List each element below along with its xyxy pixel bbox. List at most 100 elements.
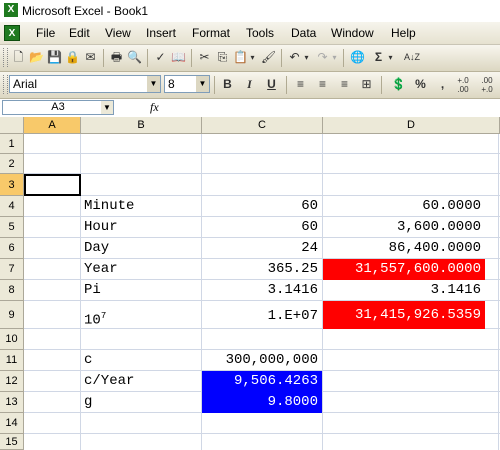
chevron-down-icon[interactable]: ▼: [101, 101, 113, 114]
row-header-5[interactable]: 5: [0, 217, 24, 238]
menu-file[interactable]: File: [36, 26, 55, 40]
row-header-13[interactable]: 13: [0, 392, 24, 413]
menu-view[interactable]: View: [105, 26, 131, 40]
cell-b7[interactable]: Year: [81, 259, 201, 280]
align-left-icon[interactable]: ≡: [292, 76, 309, 93]
decrease-decimal-button[interactable]: .00 +.0: [476, 76, 498, 94]
row-header-1[interactable]: 1: [0, 134, 24, 154]
paste-dropdown-icon[interactable]: ▾: [248, 49, 257, 66]
toolbar-grip[interactable]: [3, 75, 8, 94]
cell-c7[interactable]: 365.25: [202, 259, 322, 280]
save-icon[interactable]: 💾: [46, 49, 63, 66]
new-document-icon[interactable]: 🗋: [10, 49, 27, 66]
italic-button[interactable]: I: [241, 76, 258, 93]
open-folder-icon[interactable]: 📂: [28, 49, 45, 66]
paste-icon[interactable]: 📋: [232, 49, 249, 66]
column-header-d[interactable]: D: [323, 117, 500, 134]
cell-c8[interactable]: 3.1416: [202, 280, 322, 301]
spreadsheet-grid[interactable]: A B C D 1 2 3 4 5 6 7 8 9 10 11 12 13 14…: [0, 117, 500, 450]
cell-c4[interactable]: 60: [202, 196, 322, 217]
formula-input[interactable]: [170, 100, 498, 115]
row-header-2[interactable]: 2: [0, 154, 24, 174]
column-header-a[interactable]: A: [24, 117, 81, 134]
cell-d8[interactable]: 3.1416: [323, 280, 485, 301]
redo-dropdown-icon[interactable]: ▾: [330, 49, 339, 66]
menu-format[interactable]: Format: [192, 26, 230, 40]
research-icon[interactable]: 📖: [170, 49, 187, 66]
cell-b4[interactable]: Minute: [81, 196, 201, 217]
cell-b13[interactable]: g: [81, 392, 201, 413]
active-cell-a3[interactable]: [24, 174, 81, 196]
autosum-dropdown-icon[interactable]: ▾: [386, 49, 395, 66]
cell-c13[interactable]: 9.8000: [202, 392, 322, 413]
align-center-icon[interactable]: ≡: [314, 76, 331, 93]
autosum-icon[interactable]: Σ: [370, 49, 387, 66]
select-all-corner[interactable]: [0, 117, 24, 134]
row-header-7[interactable]: 7: [0, 259, 24, 280]
row-header-3[interactable]: 3: [0, 174, 24, 196]
redo-icon[interactable]: ↷: [314, 49, 331, 66]
menu-edit[interactable]: Edit: [69, 26, 90, 40]
cell-b6[interactable]: Day: [81, 238, 201, 259]
cell-d6[interactable]: 86,400.0000: [323, 238, 485, 259]
row-header-11[interactable]: 11: [0, 350, 24, 371]
menu-tools[interactable]: Tools: [246, 26, 274, 40]
sort-ascending-icon[interactable]: A↓Z: [400, 49, 424, 66]
percent-style-button[interactable]: %: [412, 76, 429, 93]
cell-d5[interactable]: 3,600.0000: [323, 217, 485, 238]
align-right-icon[interactable]: ≡: [336, 76, 353, 93]
underline-button[interactable]: U: [263, 76, 280, 93]
cell-d4[interactable]: 60.0000: [323, 196, 485, 217]
row-header-6[interactable]: 6: [0, 238, 24, 259]
comma-style-button[interactable]: ,: [434, 76, 451, 93]
menu-insert[interactable]: Insert: [146, 26, 176, 40]
column-header-c[interactable]: C: [202, 117, 323, 134]
cell-c5[interactable]: 60: [202, 217, 322, 238]
cell-d9[interactable]: 31,415,926.5359: [323, 301, 485, 329]
undo-dropdown-icon[interactable]: ▾: [302, 49, 311, 66]
menu-help[interactable]: Help: [391, 26, 416, 40]
format-painter-icon[interactable]: 🖌: [260, 49, 277, 66]
print-preview-icon[interactable]: 🔍: [126, 49, 143, 66]
copy-icon[interactable]: ⎘: [214, 49, 231, 66]
currency-icon[interactable]: 💲: [390, 76, 407, 93]
permission-icon[interactable]: 🔒: [64, 49, 81, 66]
bold-button[interactable]: B: [219, 76, 236, 93]
merge-center-icon[interactable]: ⊞: [358, 76, 375, 93]
name-box[interactable]: A3 ▼: [2, 100, 114, 115]
cell-c11[interactable]: 300,000,000: [202, 350, 322, 371]
insert-function-icon[interactable]: fx: [150, 100, 159, 115]
print-icon[interactable]: 🖶: [108, 49, 125, 66]
cell-c9[interactable]: 1.E+07: [202, 301, 322, 329]
cell-b9[interactable]: 107: [81, 301, 201, 329]
row-header-10[interactable]: 10: [0, 329, 24, 350]
font-size-select[interactable]: 8 ▼: [164, 75, 210, 93]
increase-decimal-button[interactable]: +.0 .00: [452, 76, 474, 94]
toolbar-grip[interactable]: [3, 48, 8, 67]
undo-icon[interactable]: ↶: [286, 49, 303, 66]
row-header-14[interactable]: 14: [0, 413, 24, 434]
row-header-12[interactable]: 12: [0, 371, 24, 392]
spelling-icon[interactable]: ✓: [152, 49, 169, 66]
font-name-select[interactable]: Arial ▼: [9, 75, 161, 93]
cut-icon[interactable]: ✂: [196, 49, 213, 66]
excel-app-icon[interactable]: X: [4, 3, 18, 17]
hyperlink-icon[interactable]: 🌐: [349, 49, 366, 66]
cell-b5[interactable]: Hour: [81, 217, 201, 238]
row-header-8[interactable]: 8: [0, 280, 24, 301]
column-header-b[interactable]: B: [81, 117, 202, 134]
cell-d7[interactable]: 31,557,600.0000: [323, 259, 485, 280]
chevron-down-icon[interactable]: ▼: [196, 76, 209, 92]
menu-data[interactable]: Data: [291, 26, 316, 40]
row-header-9[interactable]: 9: [0, 301, 24, 329]
cell-c12[interactable]: 9,506.4263: [202, 371, 322, 392]
cell-b11[interactable]: c: [81, 350, 201, 371]
chevron-down-icon[interactable]: ▼: [147, 76, 160, 92]
row-header-15[interactable]: 15: [0, 434, 24, 450]
cell-b8[interactable]: Pi: [81, 280, 201, 301]
cell-b12[interactable]: c/Year: [81, 371, 201, 392]
email-icon[interactable]: ✉: [82, 49, 99, 66]
row-header-4[interactable]: 4: [0, 196, 24, 217]
workbook-icon[interactable]: X: [4, 25, 20, 41]
menu-window[interactable]: Window: [331, 26, 374, 40]
